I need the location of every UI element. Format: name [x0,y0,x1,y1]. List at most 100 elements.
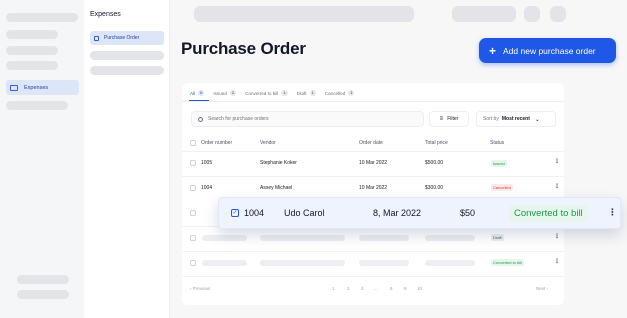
page-link[interactable]: 2 [347,286,350,291]
row-checkbox[interactable] [190,185,196,191]
row-checkbox[interactable] [190,160,196,166]
rail-skeleton [6,46,58,55]
status-badge: Converted to bill [509,205,588,222]
select-all-checkbox[interactable] [190,140,196,146]
cell-skeleton [260,260,345,266]
more-options-icon[interactable]: ⋮ [608,207,617,218]
vendor-name: Udo Carol [284,208,325,218]
filter-button[interactable]: ≡ Filter [429,111,469,127]
search-box [191,111,424,127]
checked-checkbox-icon[interactable]: ✓ [231,209,239,217]
column-header[interactable]: Order date [359,140,383,146]
column-header[interactable]: Order number [201,140,232,146]
rail-item-expenses[interactable]: Expenses [6,80,79,95]
row-divider [182,251,564,252]
page-link[interactable]: 8 [390,286,393,291]
rail-skeleton [6,101,68,110]
status-badge: Draft [491,234,504,241]
page-title: Purchase Order [181,39,306,58]
order-number: 1005 [201,160,213,166]
sort-dropdown[interactable]: Sort by Most recent ⌄ [476,111,556,127]
more-options-icon[interactable]: ⋮ [554,183,560,190]
tab-all[interactable]: All 6 [190,90,205,96]
column-header[interactable]: Vendor [260,140,276,146]
row-divider [182,276,564,277]
order-number: 1004 [244,208,265,218]
tab-label: Converted to bill [245,90,279,96]
more-options-icon[interactable]: ⋮ [554,258,560,265]
prev-label: Previous [192,286,211,291]
topbar-skeleton [524,6,540,22]
row-divider [182,176,564,177]
tab-count: 2 [229,90,237,96]
filter-label: Filter [447,116,459,122]
subnav-skeleton [90,51,164,60]
active-tab-indicator [189,100,209,101]
more-options-icon[interactable]: ⋮ [554,158,560,165]
subnav-item-purchase-order[interactable]: Purchase Order [90,31,164,45]
rail-skeleton [6,61,58,70]
subnav-title: Expenses [90,11,121,18]
search-input[interactable] [208,116,408,122]
order-date: 8, Mar 2022 [373,208,422,218]
status-badge: Issued [491,160,507,167]
tab-draft[interactable]: Draft 1 [297,90,316,96]
column-header[interactable]: Status [490,140,504,146]
wallet-icon [10,84,18,91]
cell-skeleton [202,260,247,266]
status-badge: Cancelled [491,184,513,191]
row-checkbox[interactable] [190,260,196,266]
next-page-link[interactable]: Next › [536,286,548,291]
cell-skeleton [425,235,475,241]
subnav-item-label: Purchase Order [104,35,140,41]
tab-count: 1 [309,90,316,96]
topbar-skeleton [550,6,566,22]
previous-page-link[interactable]: ‹ Previous [190,286,210,291]
status-badge: Converted to bill [491,259,524,266]
column-header[interactable]: Total price [425,140,448,146]
page-link[interactable]: 10 [417,286,422,291]
total-price: $300.00 [425,185,444,191]
highlighted-row[interactable]: ✓ 1004 Udo Carol 8, Mar 2022 $50 Convert… [218,197,621,229]
page-link[interactable]: 9 [404,286,407,291]
sort-value: Most recent [501,116,530,122]
pagination-ellipsis: ... [374,286,378,291]
rail-skeleton [17,290,69,299]
cell-skeleton [359,260,409,266]
topbar-skeleton [194,6,414,22]
add-button-label: Add new purchase order [503,45,596,56]
tab-converted-to-bill[interactable]: Converted to bill 1 [245,90,288,96]
tab-cancelled[interactable]: Cancelled 1 [325,90,355,96]
total-price: $50 [460,208,476,218]
document-icon [94,35,99,41]
sub-sidebar [84,0,170,318]
page-link[interactable]: 3 [361,286,364,291]
tab-label: Issued [213,90,227,96]
filter-icon: ≡ [439,116,444,122]
plus-icon: + [489,43,497,58]
tab-count: 1 [348,90,355,96]
tab-issued[interactable]: Issued 2 [213,90,237,96]
tabs-divider [182,101,564,102]
tab-label: Cancelled [324,90,346,96]
row-checkbox[interactable] [190,235,196,241]
tab-count: 1 [281,90,288,96]
rail-skeleton [6,30,58,39]
row-checkbox[interactable] [190,210,196,216]
cell-skeleton [425,260,475,266]
order-number: 1004 [201,185,213,191]
tab-label: All [190,90,196,96]
table-header: Order number Vendor Order date Total pri… [182,135,564,151]
tab-count: 6 [198,90,205,96]
next-label: Next [536,286,546,291]
vendor-name: Stephanie Koker [260,160,297,166]
search-icon [198,116,203,122]
more-options-icon[interactable]: ⋮ [554,233,560,240]
page-link[interactable]: 1 [332,286,335,291]
tab-label: Draft [296,90,307,96]
total-price: $500.00 [425,160,444,166]
sort-prefix: Sort by [483,116,499,122]
add-purchase-order-button[interactable]: + Add new purchase order [479,38,616,63]
vendor-name: Assey Michael [260,185,293,191]
order-date: 10 Mar 2022 [359,160,388,166]
